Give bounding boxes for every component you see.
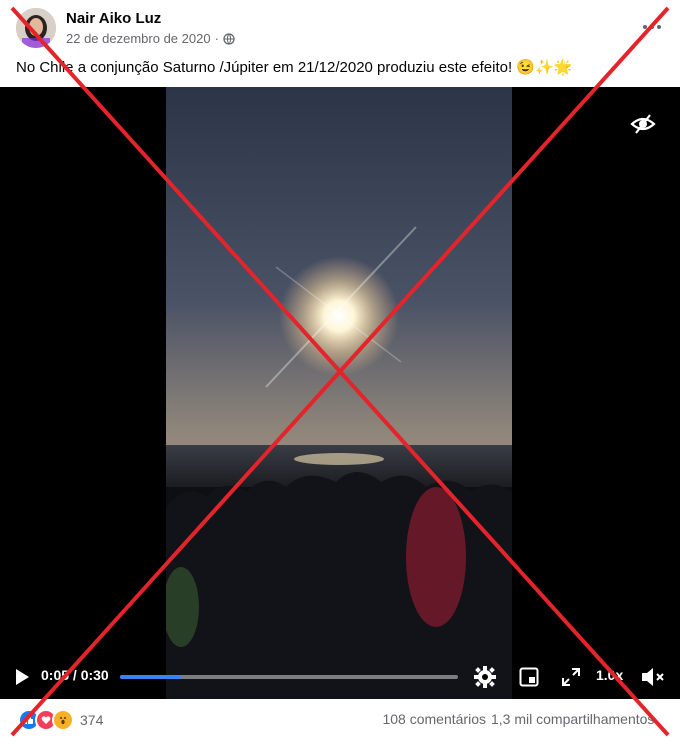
avatar[interactable] bbox=[16, 8, 56, 48]
reaction-count[interactable]: 374 bbox=[80, 712, 103, 728]
mute-icon[interactable] bbox=[640, 666, 666, 688]
more-options-button[interactable] bbox=[640, 18, 664, 42]
post-caption: No Chile a conjunção Saturno /Júpiter em… bbox=[16, 59, 573, 76]
playback-speed[interactable]: 1.0x bbox=[596, 667, 623, 683]
post-header: Nair Aiko Luz 22 de dezembro de 2020 · bbox=[0, 0, 680, 56]
post-meta: 22 de dezembro de 2020 · bbox=[66, 31, 235, 46]
progress-fill bbox=[120, 675, 181, 679]
globe-icon bbox=[223, 32, 235, 45]
settings-icon[interactable] bbox=[474, 666, 496, 688]
comment-count[interactable]: 108 comentários bbox=[382, 711, 486, 727]
meta-separator: · bbox=[214, 31, 219, 46]
hide-icon[interactable] bbox=[630, 111, 656, 137]
fullscreen-icon[interactable] bbox=[561, 667, 581, 687]
share-count[interactable]: 1,3 mil compartilhamentos bbox=[491, 711, 654, 727]
wow-icon bbox=[52, 709, 74, 731]
play-icon[interactable] bbox=[14, 668, 30, 686]
video-frame bbox=[166, 87, 512, 699]
time-display: 0:05 / 0:30 bbox=[41, 667, 109, 683]
author-name[interactable]: Nair Aiko Luz bbox=[66, 10, 161, 27]
post-date[interactable]: 22 de dezembro de 2020 bbox=[66, 31, 211, 46]
reaction-icons[interactable] bbox=[18, 709, 74, 731]
more-icon bbox=[643, 25, 661, 29]
pip-icon[interactable] bbox=[519, 667, 539, 687]
post-footer: 374 108 comentários 1,3 mil compartilham… bbox=[0, 699, 680, 743]
progress-bar[interactable] bbox=[120, 675, 458, 679]
video-player[interactable]: 0:05 / 0:30 1.0x bbox=[0, 87, 680, 699]
video-controls: 0:05 / 0:30 1.0x bbox=[0, 655, 680, 699]
